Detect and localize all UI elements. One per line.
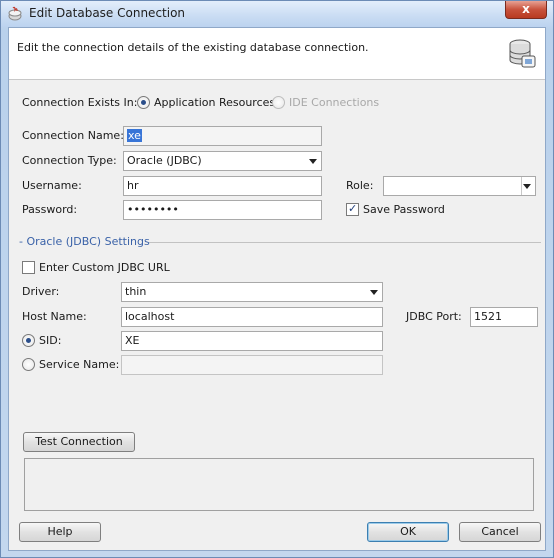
oracle-settings-section-title[interactable]: - Oracle (JDBC) Settings <box>19 235 150 248</box>
dialog-header: Edit the connection details of the exist… <box>9 28 545 80</box>
connection-exists-label: Connection Exists In: <box>22 96 138 109</box>
chevron-down-icon[interactable] <box>523 184 531 189</box>
username-input[interactable]: hr <box>123 176 322 196</box>
password-value: •••••••• <box>127 203 179 216</box>
cancel-button[interactable]: Cancel <box>459 522 541 542</box>
host-name-label: Host Name: <box>22 310 87 323</box>
connection-type-value: Oracle (JDBC) <box>127 154 202 167</box>
header-description: Edit the connection details of the exist… <box>17 41 369 54</box>
connection-type-label: Connection Type: <box>22 154 117 167</box>
close-icon[interactable]: x <box>522 2 530 16</box>
sid-label[interactable]: SID: <box>39 334 61 347</box>
driver-select[interactable]: thin <box>121 282 383 302</box>
dialog-client-area: Edit the connection details of the exist… <box>8 27 546 551</box>
username-value: hr <box>127 179 139 192</box>
driver-value: thin <box>125 285 147 298</box>
test-connection-output <box>24 458 534 511</box>
section-divider <box>149 242 541 243</box>
host-name-input[interactable]: localhost <box>121 307 383 327</box>
driver-label: Driver: <box>22 285 60 298</box>
connection-name-input[interactable]: xe <box>123 126 322 146</box>
jdbc-port-label: JDBC Port: <box>406 310 462 323</box>
connection-type-select[interactable]: Oracle (JDBC) <box>123 151 322 171</box>
sid-radio[interactable] <box>22 334 35 347</box>
custom-jdbc-url-label[interactable]: Enter Custom JDBC URL <box>39 261 170 274</box>
title-bar[interactable]: Edit Database Connection x <box>1 1 553 27</box>
role-label: Role: <box>346 179 374 192</box>
service-name-label[interactable]: Service Name: <box>39 358 119 371</box>
password-label: Password: <box>22 203 78 216</box>
window-title: Edit Database Connection <box>29 6 186 20</box>
sid-input[interactable]: XE <box>121 331 383 351</box>
username-label: Username: <box>22 179 82 192</box>
save-password-checkbox[interactable] <box>346 202 359 216</box>
application-resources-label[interactable]: Application Resources <box>154 96 275 109</box>
custom-jdbc-url-checkbox[interactable] <box>22 261 35 274</box>
database-icon <box>509 39 536 68</box>
jdbc-port-value: 1521 <box>474 310 502 323</box>
connection-name-value: xe <box>127 129 142 142</box>
role-select[interactable] <box>383 176 536 196</box>
dialog-window: Edit Database Connection x Edit the conn… <box>0 0 554 558</box>
service-name-input <box>121 355 383 375</box>
ide-connections-label: IDE Connections <box>289 96 380 109</box>
test-connection-button[interactable]: Test Connection <box>23 432 135 452</box>
chevron-down-icon[interactable] <box>370 290 378 295</box>
jdbc-port-input[interactable]: 1521 <box>470 307 538 327</box>
chevron-down-icon[interactable] <box>309 159 317 164</box>
ok-button[interactable]: OK <box>367 522 449 542</box>
save-password-label[interactable]: Save Password <box>363 203 445 216</box>
oracle-cup-icon <box>8 6 22 21</box>
password-input[interactable]: •••••••• <box>123 200 322 220</box>
help-button[interactable]: Help <box>19 522 101 542</box>
service-name-radio[interactable] <box>22 358 35 371</box>
sid-value: XE <box>125 334 140 347</box>
connection-name-label: Connection Name: <box>22 129 124 142</box>
ide-connections-radio <box>272 96 285 109</box>
application-resources-radio[interactable] <box>137 96 150 109</box>
host-name-value: localhost <box>125 310 175 323</box>
close-button[interactable]: x <box>505 1 547 19</box>
